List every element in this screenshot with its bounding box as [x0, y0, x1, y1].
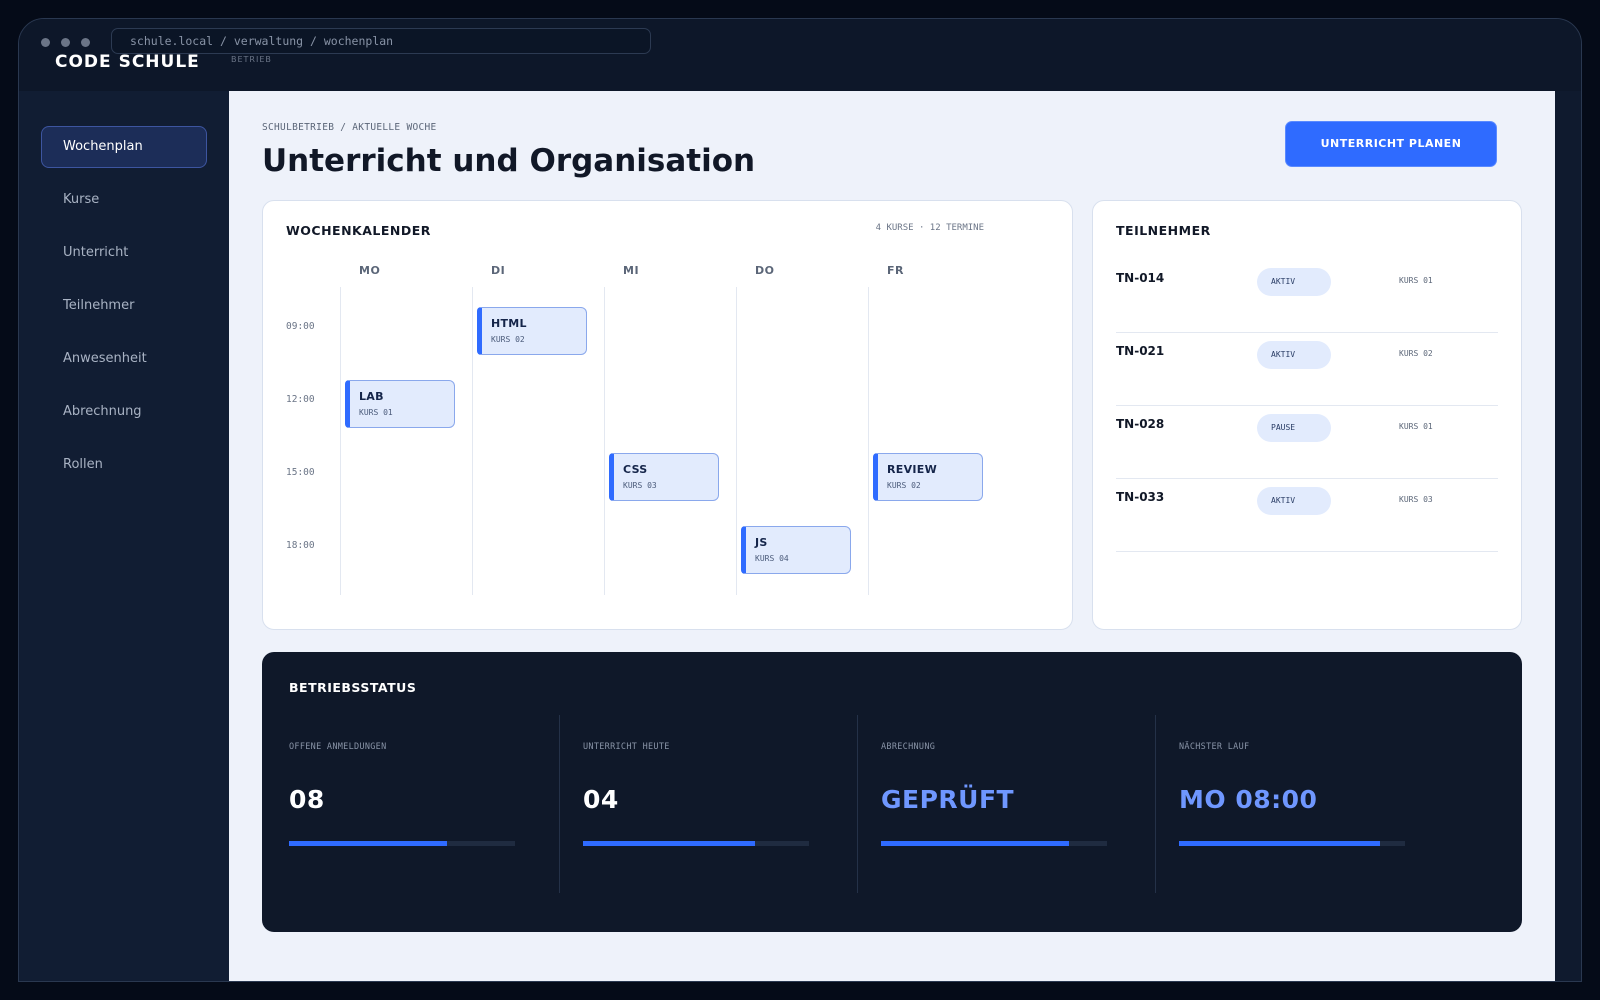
time-label: 15:00 [286, 467, 315, 478]
participant-id: TN-028 [1116, 417, 1165, 431]
calendar-event[interactable]: REVIEW KURS 02 [873, 453, 983, 501]
calendar-event[interactable]: HTML KURS 02 [477, 307, 587, 355]
calendar-event[interactable]: CSS KURS 03 [609, 453, 719, 501]
participant-course: KURS 01 [1399, 422, 1433, 431]
event-title: LAB [359, 390, 384, 403]
day-column-divider [340, 287, 341, 595]
status-badge: AKTIV [1257, 487, 1331, 515]
main-content: SCHULBETRIEB / AKTUELLE WOCHE Unterricht… [229, 91, 1555, 981]
window-close-dot[interactable] [41, 38, 50, 47]
metric-open-registrations: OFFENE ANMELDUNGEN 08 [262, 715, 560, 893]
day-label-mo: MO [359, 264, 381, 277]
metric-label: NÄCHSTER LAUF [1179, 742, 1250, 752]
sidebar-item-teilnehmer[interactable]: Teilnehmer [41, 285, 207, 327]
week-calendar-card: WOCHENKALENDER 4 KURSE · 12 TERMINE MO D… [262, 200, 1073, 630]
metric-progress-fill [289, 841, 448, 846]
metric-divider [559, 715, 560, 893]
page-title: Unterricht und Organisation [262, 143, 756, 179]
window-maximize-dot[interactable] [81, 38, 90, 47]
plan-lesson-button[interactable]: UNTERRICHT PLANEN [1285, 121, 1497, 167]
sidebar-item-abrechnung[interactable]: Abrechnung [41, 391, 207, 433]
metric-progress-fill [583, 841, 755, 846]
participant-course: KURS 03 [1399, 495, 1433, 504]
participant-id: TN-014 [1116, 271, 1165, 285]
sidebar-item-anwesenheit[interactable]: Anwesenheit [41, 338, 207, 380]
metric-progress-fill [881, 841, 1069, 846]
status-title: BETRIEBSSTATUS [289, 680, 417, 695]
sidebar-item-wochenplan[interactable]: Wochenplan [41, 126, 207, 168]
participant-course: KURS 02 [1399, 349, 1433, 358]
event-course: KURS 02 [887, 481, 921, 490]
event-course: KURS 02 [491, 335, 525, 344]
sidebar: Wochenplan Kurse Unterricht Teilnehmer A… [19, 91, 229, 981]
day-column-divider [472, 287, 473, 595]
day-column-divider [868, 287, 869, 595]
calendar-title: WOCHENKALENDER [286, 223, 431, 238]
event-title: HTML [491, 317, 527, 330]
event-title: CSS [623, 463, 648, 476]
window-minimize-dot[interactable] [61, 38, 70, 47]
brand-subtitle: BETRIEB [231, 55, 272, 64]
participant-row[interactable]: TN-021 AKTIV KURS 02 [1116, 333, 1498, 406]
status-badge: AKTIV [1257, 268, 1331, 296]
event-course: KURS 03 [623, 481, 657, 490]
metric-progress-bar [1179, 841, 1405, 846]
event-title: JS [755, 536, 768, 549]
participant-id: TN-021 [1116, 344, 1165, 358]
day-column-divider [736, 287, 737, 595]
metric-label: OFFENE ANMELDUNGEN [289, 742, 387, 752]
event-title: REVIEW [887, 463, 938, 476]
day-label-di: DI [491, 264, 506, 277]
participant-id: TN-033 [1116, 490, 1165, 504]
day-label-fr: FR [887, 264, 904, 277]
brand-logo: CODE SCHULE [55, 52, 200, 67]
participant-course: KURS 01 [1399, 276, 1433, 285]
metric-value: GEPRÜFT [881, 785, 1015, 814]
metric-next-run: NÄCHSTER LAUF MO 08:00 [1155, 715, 1453, 893]
metric-progress-fill [1179, 841, 1381, 846]
status-badge: AKTIV [1257, 341, 1331, 369]
metric-lessons-today: UNTERRICHT HEUTE 04 [559, 715, 857, 893]
sidebar-item-kurse[interactable]: Kurse [41, 179, 207, 221]
operations-status-panel: BETRIEBSSTATUS OFFENE ANMELDUNGEN 08 UNT… [262, 652, 1522, 932]
metric-label: ABRECHNUNG [881, 742, 936, 752]
participants-card: TEILNEHMER TN-014 AKTIV KURS 01 TN-021 A… [1092, 200, 1522, 630]
day-column-divider [604, 287, 605, 595]
status-badge: PAUSE [1257, 414, 1331, 442]
metric-progress-bar [583, 841, 809, 846]
metric-value: MO 08:00 [1179, 785, 1318, 814]
metric-value: 04 [583, 785, 619, 814]
time-label: 12:00 [286, 394, 315, 405]
participants-title: TEILNEHMER [1116, 223, 1211, 238]
event-course: KURS 01 [359, 408, 393, 417]
metric-progress-bar [881, 841, 1107, 846]
calendar-event[interactable]: LAB KURS 01 [345, 380, 455, 428]
time-label: 18:00 [286, 540, 315, 551]
calendar-event[interactable]: JS KURS 04 [741, 526, 851, 574]
event-course: KURS 04 [755, 554, 789, 563]
day-label-do: DO [755, 264, 775, 277]
participant-row[interactable]: TN-028 PAUSE KURS 01 [1116, 406, 1498, 479]
sidebar-item-rollen[interactable]: Rollen [41, 444, 207, 486]
metric-divider [857, 715, 858, 893]
metric-value: 08 [289, 785, 325, 814]
title-bar: schule.local / verwaltung / wochenplan C… [19, 19, 1581, 91]
participant-row[interactable]: TN-014 AKTIV KURS 01 [1116, 260, 1498, 333]
metric-label: UNTERRICHT HEUTE [583, 742, 670, 752]
metric-progress-bar [289, 841, 515, 846]
calendar-meta: 4 KURSE · 12 TERMINE [875, 223, 984, 233]
time-label: 09:00 [286, 321, 315, 332]
participant-row[interactable]: TN-033 AKTIV KURS 03 [1116, 479, 1498, 552]
metric-billing: ABRECHNUNG GEPRÜFT [857, 715, 1155, 893]
sidebar-item-unterricht[interactable]: Unterricht [41, 232, 207, 274]
metric-divider [1155, 715, 1156, 893]
app-window: schule.local / verwaltung / wochenplan C… [18, 18, 1582, 982]
breadcrumb: SCHULBETRIEB / AKTUELLE WOCHE [262, 122, 437, 133]
day-label-mi: MI [623, 264, 640, 277]
